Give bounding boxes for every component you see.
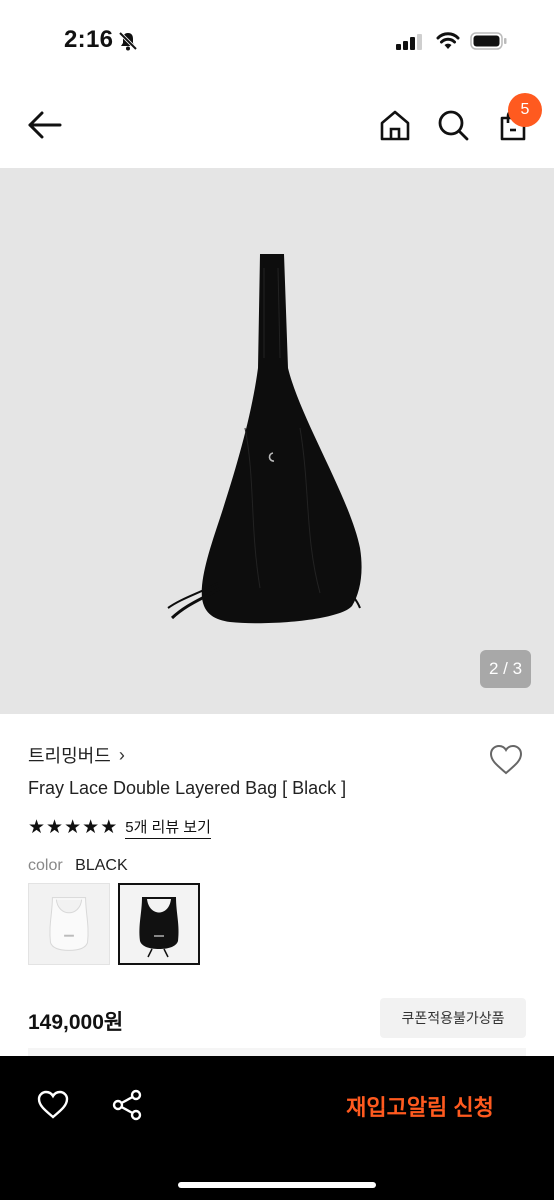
bag-thumbnail-black bbox=[139, 897, 179, 958]
rating-stars: ★ ★ ★ ★ ★ bbox=[28, 816, 118, 838]
status-bar: 2:16 bbox=[0, 0, 554, 84]
bottom-action-bar: 재입고알림 신청 bbox=[0, 1056, 554, 1200]
wifi-icon bbox=[436, 32, 460, 49]
color-value: BLACK bbox=[75, 857, 128, 874]
top-navigation: 5 bbox=[0, 84, 554, 168]
battery-icon bbox=[470, 32, 507, 50]
star-icon: ★ bbox=[82, 816, 100, 838]
search-icon[interactable] bbox=[436, 108, 470, 142]
brand-link[interactable]: 트리밍버드 › bbox=[28, 742, 125, 768]
cart-count-badge: 5 bbox=[508, 93, 542, 127]
brand-name: 트리밍버드 bbox=[28, 746, 111, 766]
section-divider bbox=[28, 1048, 526, 1056]
home-indicator bbox=[178, 1182, 376, 1188]
star-icon: ★ bbox=[100, 816, 118, 838]
cellular-signal-icon bbox=[396, 34, 422, 50]
share-icon[interactable] bbox=[110, 1088, 144, 1122]
product-title: Fray Lace Double Layered Bag [ Black ] bbox=[28, 778, 347, 798]
color-swatch-black[interactable] bbox=[118, 883, 200, 965]
restock-alert-button[interactable]: 재입고알림 신청 bbox=[320, 1086, 520, 1126]
review-link[interactable]: 5개 리뷰 보기 bbox=[125, 816, 211, 839]
coupon-status-badge: 쿠폰적용불가상품 bbox=[380, 998, 526, 1038]
color-swatch-white[interactable] bbox=[28, 883, 110, 965]
image-counter: 2 / 3 bbox=[480, 650, 531, 688]
star-icon: ★ bbox=[46, 816, 64, 838]
rating-row: ★ ★ ★ ★ ★ 5개 리뷰 보기 bbox=[28, 816, 211, 839]
star-icon: ★ bbox=[28, 816, 46, 838]
chevron-right-icon: › bbox=[118, 744, 125, 765]
color-label: color bbox=[28, 857, 63, 874]
status-time: 2:16 bbox=[64, 26, 114, 53]
product-image-carousel[interactable]: 2 / 3 bbox=[0, 168, 554, 714]
bag-thumbnail-white bbox=[49, 897, 89, 951]
bell-muted-icon bbox=[118, 31, 138, 51]
arrow-left-icon[interactable] bbox=[26, 108, 64, 142]
product-price: 149,000원 bbox=[28, 1011, 124, 1034]
product-photo-bag bbox=[167, 254, 362, 624]
home-icon[interactable] bbox=[378, 108, 412, 142]
color-row: color BLACK bbox=[28, 857, 128, 875]
heart-icon[interactable] bbox=[488, 742, 524, 778]
heart-icon[interactable] bbox=[36, 1088, 70, 1122]
star-icon: ★ bbox=[64, 816, 82, 838]
